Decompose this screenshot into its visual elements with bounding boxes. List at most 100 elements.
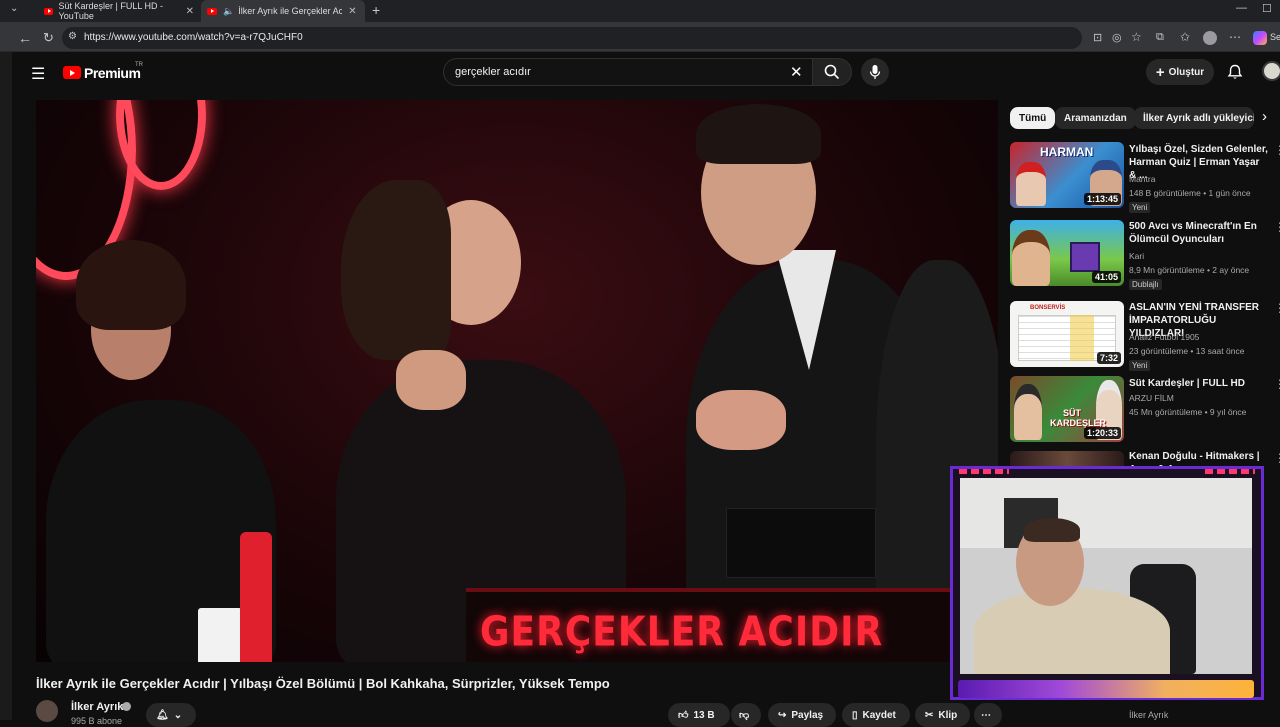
- santa-figure: [1016, 162, 1046, 206]
- search-button[interactable]: [812, 58, 852, 86]
- tab-close-icon[interactable]: ✕: [348, 6, 356, 17]
- more-icon[interactable]: ⋯: [1229, 30, 1241, 44]
- desk-box: [726, 508, 876, 578]
- related-title[interactable]: Süt Kardeşler | FULL HD: [1129, 377, 1269, 390]
- video-player[interactable]: GERÇEKLER ACIDIR: [36, 100, 998, 662]
- create-button[interactable]: + Oluştur: [1146, 59, 1214, 85]
- minimize-icon[interactable]: —: [1236, 2, 1247, 14]
- youtube-favicon-icon: [207, 7, 217, 15]
- chip-from-search[interactable]: Aramanızdan: [1055, 107, 1136, 129]
- item-menu-icon[interactable]: ⋮: [1274, 451, 1280, 465]
- bookmark-icon: ▯: [852, 709, 858, 721]
- item-menu-icon[interactable]: ⋮: [1274, 301, 1280, 315]
- chips-next-icon[interactable]: ›: [1262, 108, 1267, 125]
- search-input[interactable]: gerçekler acıdır: [455, 66, 531, 78]
- scissors-icon: ✂: [925, 709, 934, 721]
- related-channel[interactable]: Kari: [1129, 251, 1144, 261]
- microphone-icon: [869, 65, 881, 79]
- chip-from-uploader[interactable]: İlker Ayrık adlı yükleyici: [1134, 107, 1254, 129]
- reload-icon[interactable]: ↻: [43, 30, 54, 46]
- creeper-figure: [1070, 242, 1100, 272]
- hair-right: [696, 104, 821, 164]
- back-icon[interactable]: ←: [18, 30, 32, 46]
- clip-button[interactable]: ✂ Klip: [915, 703, 970, 727]
- save-label: Kaydet: [862, 709, 896, 721]
- install-app-icon[interactable]: ⊡: [1093, 31, 1102, 44]
- related-channel[interactable]: ARZU FİLM: [1129, 393, 1174, 403]
- related-meta: 148 B görüntüleme • 1 gün önce: [1129, 188, 1251, 198]
- youtube-logo-icon[interactable]: [63, 66, 81, 79]
- related-thumbnail[interactable]: SÜT KARDEŞLER 1:20:33: [1010, 376, 1124, 442]
- related-channel[interactable]: Mantra: [1129, 174, 1155, 184]
- related-thumbnail[interactable]: BONSERVİS 7:32: [1010, 301, 1124, 367]
- favorite-star-icon[interactable]: ☆: [1131, 30, 1142, 44]
- share-icon: ↪: [778, 709, 787, 721]
- new-badge: Yeni: [1129, 202, 1151, 213]
- tracking-icon[interactable]: ◎: [1112, 31, 1122, 44]
- person-figure: [1014, 384, 1042, 440]
- item-menu-icon[interactable]: ⋮: [1274, 377, 1280, 391]
- new-badge: Yeni: [1129, 360, 1151, 371]
- voice-search-button[interactable]: [861, 58, 889, 86]
- hair-left: [76, 240, 186, 330]
- related-title[interactable]: 500 Avcı vs Minecraft'ın En Ölümcül Oyun…: [1129, 220, 1269, 246]
- share-button[interactable]: ↪ Paylaş: [768, 703, 836, 727]
- new-tab-icon[interactable]: +: [372, 2, 380, 18]
- chevron-down-icon: ⌄: [173, 709, 183, 721]
- related-meta: 23 görüntüleme • 13 saat önce: [1129, 346, 1245, 356]
- person-figure: [1012, 230, 1050, 286]
- streamer-hair: [1024, 518, 1080, 542]
- thumbnail-text: HARMAN: [1040, 145, 1094, 159]
- like-button[interactable]: 👍︎ 13 B: [668, 703, 730, 727]
- video-title: İlker Ayrık ile Gerçekler Acıdır | Yılba…: [36, 676, 610, 691]
- related-meta: 8,9 Mn görüntüleme • 2 ay önce: [1129, 265, 1250, 275]
- related-thumbnail[interactable]: 41:05: [1010, 220, 1124, 286]
- subscriber-count: 995 B abone: [71, 716, 123, 726]
- thumbnail-text: SÜT KARDEŞLER: [1050, 408, 1107, 428]
- more-actions-button[interactable]: ⋯: [974, 703, 1002, 727]
- channel-name[interactable]: İlker Ayrık: [71, 701, 123, 713]
- item-menu-icon[interactable]: ⋮: [1274, 143, 1280, 157]
- account-avatar[interactable]: [1262, 61, 1280, 81]
- clear-search-icon[interactable]: ✕: [790, 63, 803, 81]
- youtube-logo-text[interactable]: Premium: [84, 65, 141, 81]
- subscribe-bell-button[interactable]: 🔔︎ ⌄: [146, 703, 196, 727]
- related-channel[interactable]: İlker Ayrık: [1129, 710, 1168, 720]
- plus-icon: +: [1155, 63, 1165, 81]
- hand-center: [396, 350, 466, 410]
- url-text[interactable]: https://www.youtube.com/watch?v=a-r7QJuC…: [84, 32, 303, 43]
- tab-title: İlker Ayrık ile Gerçekler Acıdır: [238, 6, 343, 16]
- bottle: [240, 532, 272, 662]
- share-label: Paylaş: [791, 709, 824, 721]
- related-thumbnail[interactable]: HARMAN 1:13:45: [1010, 142, 1124, 208]
- item-menu-icon[interactable]: ⋮: [1274, 220, 1280, 234]
- dubbed-badge: Dublajlı: [1129, 279, 1162, 290]
- favorites-icon[interactable]: ✩: [1180, 30, 1190, 44]
- hair-center: [341, 180, 451, 360]
- menu-icon[interactable]: ☰: [31, 64, 45, 84]
- verified-icon: [122, 702, 131, 711]
- hand-right: [696, 390, 786, 450]
- save-button[interactable]: ▯ Kaydet: [842, 703, 910, 727]
- channel-avatar[interactable]: [36, 700, 58, 722]
- chip-all[interactable]: Tümü: [1010, 107, 1056, 129]
- duration-badge: 1:20:33: [1083, 427, 1121, 439]
- dislike-button[interactable]: 👎︎: [731, 703, 761, 727]
- profile-avatar[interactable]: [1203, 31, 1217, 45]
- tab-sut-kardesler[interactable]: Süt Kardeşler | FULL HD - YouTube ✕: [38, 0, 200, 22]
- notifications-bell-icon[interactable]: [1227, 64, 1243, 80]
- duration-badge: 7:32: [1096, 352, 1121, 364]
- more-dots-icon: ⋯: [981, 709, 991, 721]
- search-icon: [824, 64, 840, 80]
- maximize-icon[interactable]: ☐: [1262, 2, 1272, 15]
- webcam-bottom-bar: [958, 680, 1254, 698]
- youtube-favicon-icon: [44, 7, 53, 15]
- extensions-icon[interactable]: ⧉: [1156, 31, 1164, 44]
- tab-close-icon[interactable]: ✕: [186, 6, 194, 17]
- copilot-icon[interactable]: [1253, 31, 1267, 45]
- related-channel[interactable]: Analiz Futbol 1905: [1129, 332, 1199, 342]
- tab-gercekler-acidir[interactable]: 🔈 İlker Ayrık ile Gerçekler Acıdır ✕: [201, 0, 365, 22]
- site-info-icon[interactable]: ⚙: [68, 31, 77, 42]
- speaker-icon[interactable]: 🔈: [223, 6, 234, 17]
- tab-list-icon[interactable]: ⌄: [10, 3, 18, 14]
